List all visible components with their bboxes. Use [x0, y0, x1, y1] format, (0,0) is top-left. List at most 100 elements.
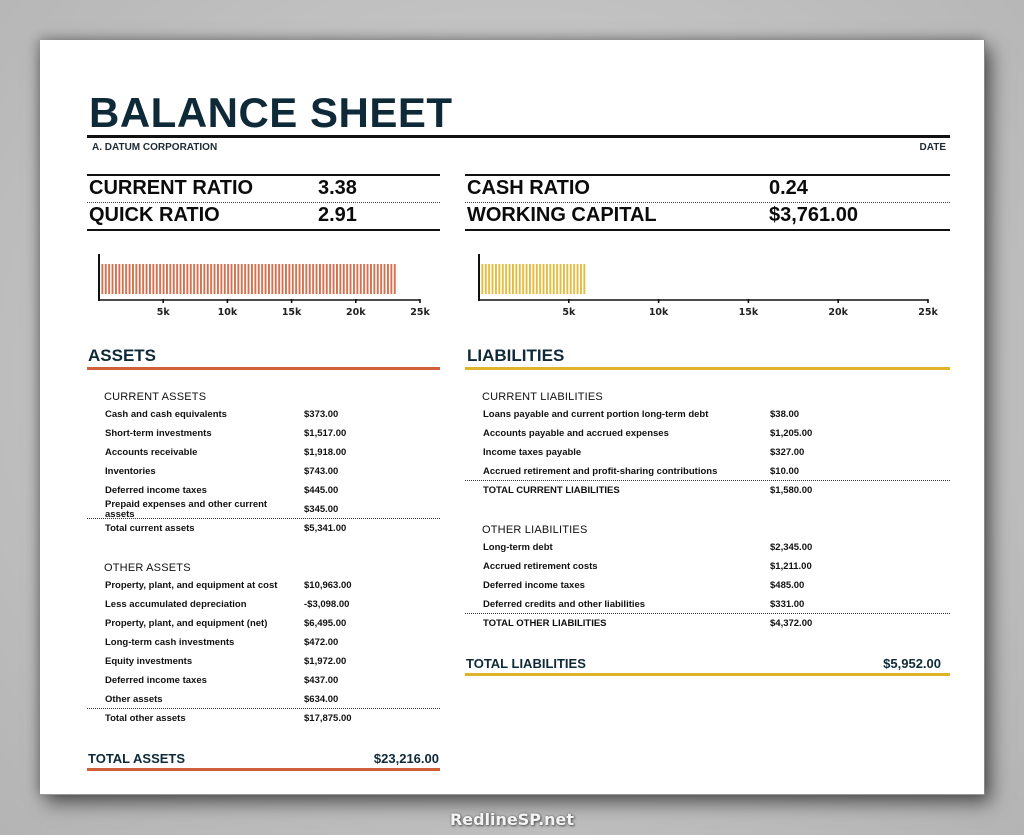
- line-item-label: Long-term cash investments: [105, 636, 235, 648]
- line-item: Accrued retirement and profit-sharing co…: [483, 462, 950, 481]
- liabilities-total-rule: [465, 673, 950, 676]
- assets-chart: 5k 10k 15k 20k 25k: [98, 250, 430, 325]
- ratio-label: CURRENT RATIO: [89, 177, 254, 200]
- line-item-value: $485.00: [770, 580, 805, 591]
- line-item-value: $373.00: [304, 409, 339, 420]
- line-item: Other assets $634.00: [105, 690, 440, 709]
- assets-total-value: $23,216.00: [373, 751, 439, 766]
- title-divider: [87, 135, 950, 138]
- line-item-label: Cash and cash equivalents: [105, 408, 227, 420]
- ratio-value: 3.38: [318, 177, 357, 200]
- line-item-label: Loans payable and current portion long-t…: [483, 408, 709, 420]
- ratio-row-cash: CASH RATIO 0.24: [465, 176, 950, 203]
- watermark: RedlineSP.net: [449, 810, 575, 829]
- line-item: Accounts payable and accrued expenses $1,…: [483, 424, 950, 443]
- ratio-row-quick: QUICK RATIO 2.91: [87, 203, 440, 230]
- line-item: Equity investments $1,972.00: [105, 652, 440, 671]
- line-item-value: $445.00: [304, 485, 339, 496]
- current-group-title: CURRENT ASSETS: [104, 391, 207, 403]
- page-title: BALANCE SHEET: [89, 89, 453, 136]
- line-item: Income taxes payable $327.00: [483, 443, 950, 462]
- line-item-value: $743.00: [304, 466, 339, 477]
- line-item-label: Property, plant, and equipment (net): [105, 617, 268, 629]
- x-tick-label: 5k: [157, 307, 171, 318]
- assets-bar-chart: 5k 10k 15k 20k 25k: [98, 254, 430, 318]
- line-item: Accounts receivable $1,918.00: [105, 443, 440, 462]
- line-item-label: Short-term investments: [105, 427, 212, 439]
- line-item-label: Prepaid expenses and other current asset…: [105, 498, 268, 520]
- line-item-value: $345.00: [304, 504, 339, 515]
- line-item: Accrued retirement costs $1,211.00: [483, 557, 950, 576]
- subtotal-label: Total other assets: [105, 712, 186, 724]
- line-item-label: Accrued retirement and profit-sharing co…: [483, 465, 718, 477]
- line-item: Long-term debt $2,345.00: [483, 538, 950, 557]
- other-total-row: TOTAL OTHER LIABILITIES $4,372.00: [483, 614, 950, 633]
- ratio-label: CASH RATIO: [467, 177, 590, 200]
- liabilities-total-value: $5,952.00: [883, 656, 941, 671]
- line-item-label: Deferred income taxes: [483, 579, 585, 591]
- line-item-value: $10.00: [770, 466, 800, 477]
- bar-total-assets: [100, 264, 398, 294]
- x-tick-label: 25k: [918, 307, 938, 318]
- line-item-value: $1,517.00: [304, 428, 347, 439]
- subtotal-value: $1,580.00: [770, 485, 813, 496]
- balance-sheet-page: BALANCE SHEET A. DATUM CORPORATION DATE …: [40, 40, 985, 795]
- subtotal-value: $5,341.00: [304, 523, 347, 534]
- assets-total-rule: [87, 768, 440, 771]
- ratio-label: QUICK RATIO: [89, 204, 220, 227]
- ratio-value: 2.91: [318, 204, 357, 227]
- line-item-value: $6,495.00: [304, 618, 347, 629]
- date-label: DATE: [919, 142, 946, 153]
- ratios-left: CURRENT RATIO 3.38 QUICK RATIO 2.91: [87, 174, 440, 231]
- subtotal-value: $17,875.00: [304, 713, 352, 724]
- x-tick-label: 5k: [562, 307, 576, 318]
- x-tick-label: 10k: [218, 307, 238, 318]
- line-item-value: $437.00: [304, 675, 339, 686]
- x-tick-label: 10k: [649, 307, 669, 318]
- line-item-value: $472.00: [304, 637, 339, 648]
- x-tick-label: 15k: [282, 307, 302, 318]
- subtotal-label: TOTAL CURRENT LIABILITIES: [483, 484, 620, 496]
- line-item-label: Deferred income taxes: [105, 674, 207, 686]
- current-group-title: CURRENT LIABILITIES: [482, 391, 603, 403]
- line-item-label: Equity investments: [105, 655, 193, 667]
- line-item: Less accumulated depreciation -$3,098.00: [105, 595, 440, 614]
- line-item-label: Accrued retirement costs: [483, 560, 598, 572]
- line-item-value: $10,963.00: [304, 580, 352, 591]
- line-item-label: Accounts receivable: [105, 446, 198, 458]
- line-item-value: $38.00: [770, 409, 800, 420]
- line-item-label: Deferred income taxes: [105, 484, 207, 496]
- liabilities-bar-chart: 5k 10k 15k 20k 25k: [478, 254, 938, 318]
- other-group-title: OTHER ASSETS: [104, 562, 191, 574]
- line-item: Loans payable and current portion long-t…: [483, 405, 950, 424]
- assets-rule: [87, 367, 440, 370]
- liabilities-chart: 5k 10k 15k 20k 25k: [478, 250, 938, 325]
- line-item: Deferred income taxes $437.00: [105, 671, 440, 690]
- line-item-label: Income taxes payable: [483, 446, 582, 458]
- line-item: Property, plant, and equipment (net) $6,4…: [105, 614, 440, 633]
- bar-total-liabilities: [480, 264, 586, 294]
- line-item-value: $331.00: [770, 599, 805, 610]
- line-item-label: Property, plant, and equipment at cost: [105, 579, 278, 591]
- line-item: Inventories $743.00: [105, 462, 440, 481]
- line-item-value: $1,972.00: [304, 656, 347, 667]
- assets-heading: ASSETS: [88, 346, 157, 365]
- line-item: Long-term cash investments $472.00: [105, 633, 440, 652]
- line-item-value: $634.00: [304, 694, 339, 705]
- liabilities-total-label: TOTAL LIABILITIES: [466, 656, 586, 671]
- x-tick-label: 15k: [739, 307, 759, 318]
- ratio-row-current: CURRENT RATIO 3.38: [87, 176, 440, 203]
- line-item-value: $1,918.00: [304, 447, 347, 458]
- liabilities-rule: [465, 367, 950, 370]
- x-tick-label: 25k: [410, 307, 430, 318]
- liabilities-heading: LIABILITIES: [467, 346, 565, 365]
- line-item-value: $327.00: [770, 447, 805, 458]
- line-item-label: Inventories: [105, 465, 156, 477]
- ratio-row-working-capital: WORKING CAPITAL $3,761.00: [465, 203, 950, 230]
- subtotal-value: $4,372.00: [770, 618, 813, 629]
- ratio-value: 0.24: [769, 177, 808, 200]
- line-item-value: -$3,098.00: [304, 599, 350, 610]
- assets-total-label: TOTAL ASSETS: [88, 751, 186, 766]
- ratio-label: WORKING CAPITAL: [467, 204, 657, 227]
- line-item: Deferred income taxes $485.00: [483, 576, 950, 595]
